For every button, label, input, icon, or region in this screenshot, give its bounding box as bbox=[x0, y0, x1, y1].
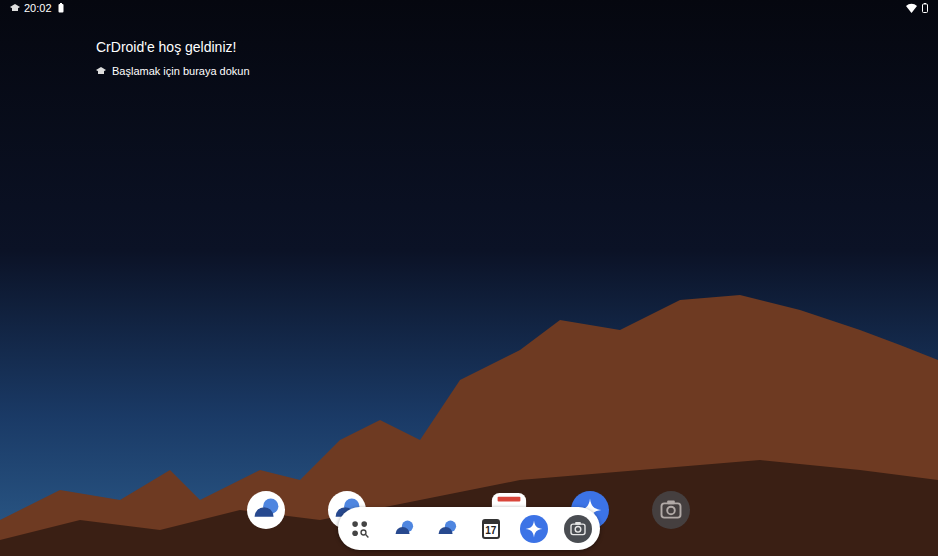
battery-saver-icon bbox=[58, 3, 64, 13]
welcome-subtitle-row[interactable]: Başlamak için buraya dokun bbox=[96, 64, 250, 78]
camera-icon[interactable] bbox=[652, 491, 690, 529]
clock: 20:02 bbox=[24, 3, 52, 14]
app-drawer-icon[interactable] bbox=[346, 515, 374, 543]
status-left: 20:02 bbox=[10, 3, 64, 14]
messages-icon[interactable] bbox=[247, 491, 285, 529]
battery-icon bbox=[922, 3, 928, 13]
welcome-subtitle[interactable]: Başlamak için buraya dokun bbox=[112, 64, 250, 78]
taskbar: 17 bbox=[338, 507, 600, 550]
status-right bbox=[906, 3, 928, 13]
graduation-icon bbox=[96, 66, 106, 76]
welcome-widget[interactable]: CrDroid'e hoş geldiniz! Başlamak için bur… bbox=[96, 38, 250, 78]
assistant-icon[interactable] bbox=[520, 515, 548, 543]
messages-icon[interactable] bbox=[390, 515, 418, 543]
home-screen: 20:02 CrDroid'e hoş geldiniz! Başlamak içi… bbox=[0, 0, 938, 556]
calendar-icon[interactable]: 17 bbox=[477, 515, 505, 543]
messages-icon[interactable] bbox=[433, 515, 461, 543]
notification-icon bbox=[10, 3, 20, 13]
welcome-title[interactable]: CrDroid'e hoş geldiniz! bbox=[96, 38, 250, 56]
wallpaper-rocks bbox=[0, 0, 938, 556]
calendar-date: 17 bbox=[485, 526, 496, 536]
status-bar: 20:02 bbox=[0, 0, 938, 16]
wifi-icon bbox=[906, 3, 917, 13]
camera-icon[interactable] bbox=[564, 515, 592, 543]
